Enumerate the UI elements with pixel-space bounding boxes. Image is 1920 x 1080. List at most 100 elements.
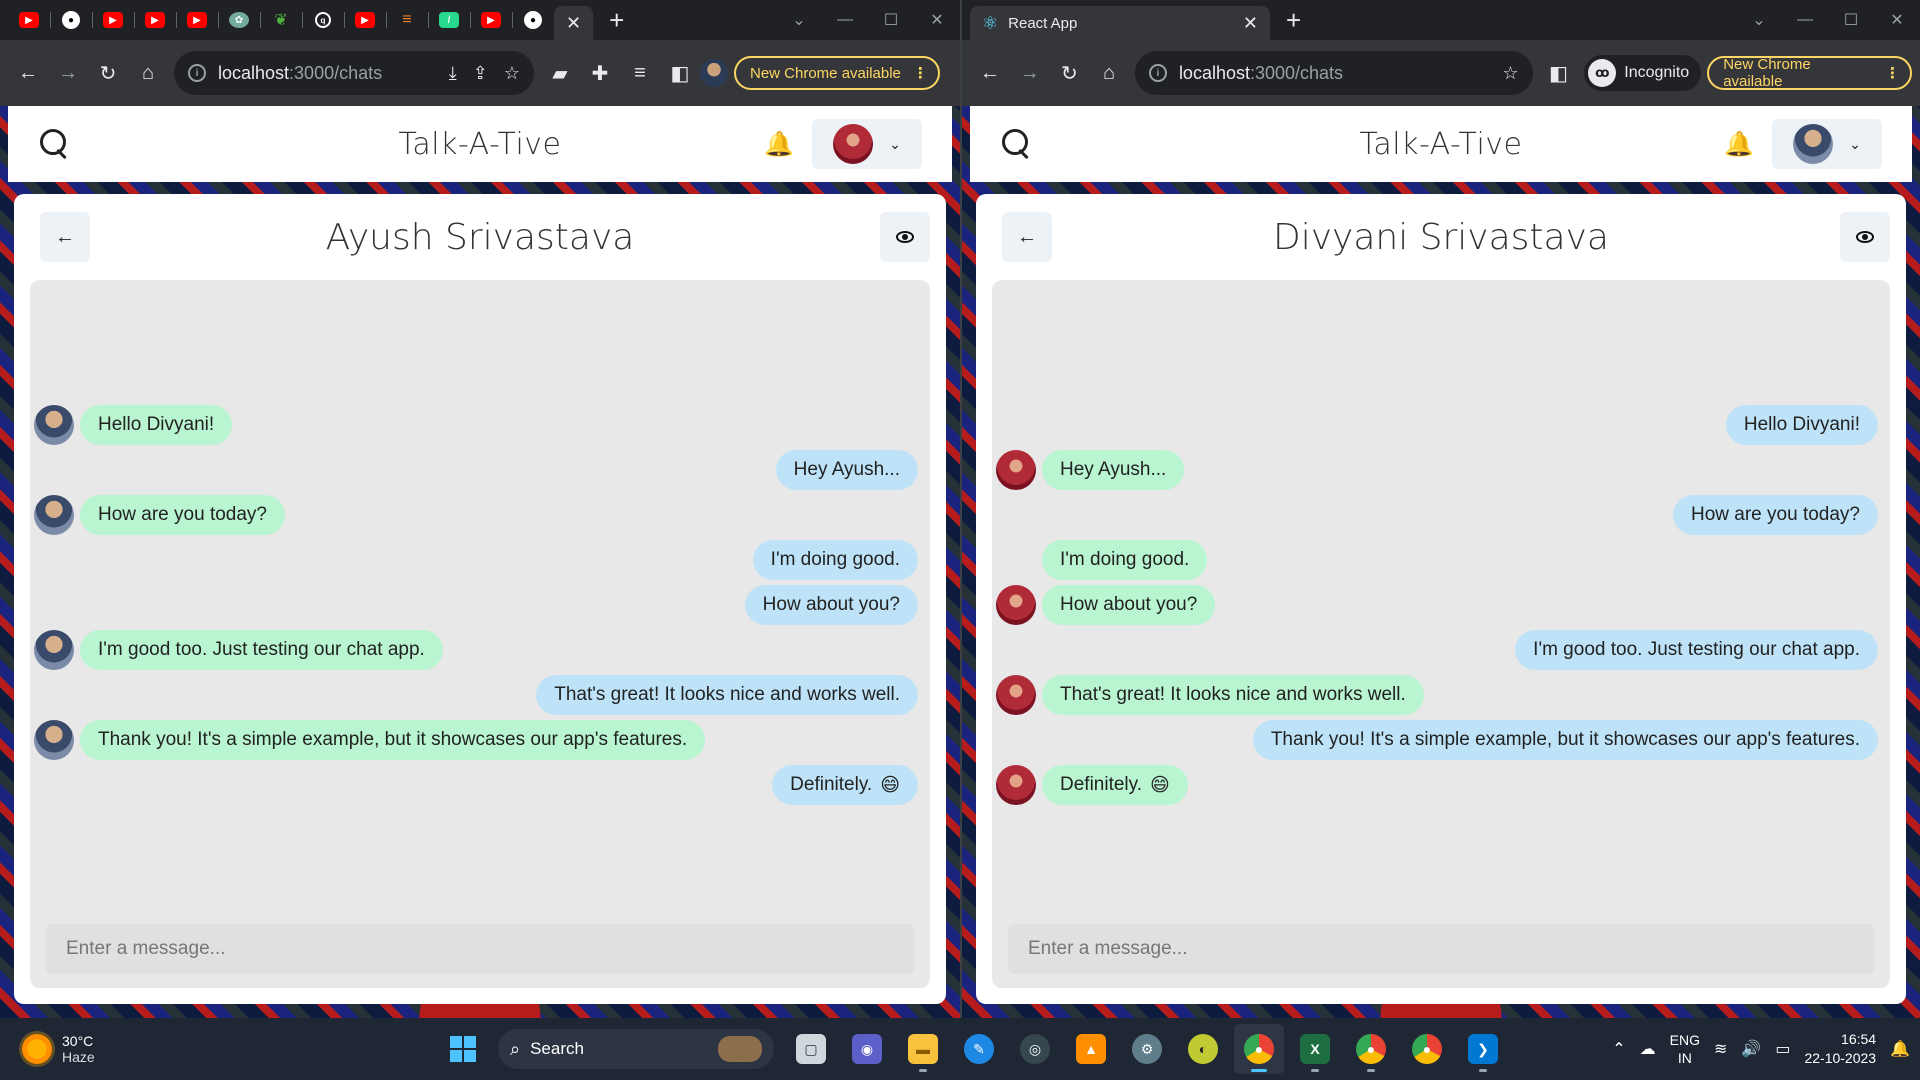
message-input[interactable] — [46, 924, 914, 974]
back-icon[interactable]: ← — [970, 53, 1010, 93]
close-window-icon[interactable]: ✕ — [914, 0, 960, 40]
close-window-icon[interactable]: ✕ — [1874, 0, 1920, 40]
back-button[interactable]: ← — [40, 212, 90, 262]
battery-icon[interactable]: ▭ — [1775, 1039, 1790, 1059]
language-indicator[interactable]: ENG IN — [1670, 1031, 1700, 1067]
view-profile-button[interactable] — [1840, 212, 1890, 262]
home-icon[interactable]: ⌂ — [1089, 53, 1129, 93]
search-icon[interactable] — [1000, 127, 1034, 161]
start-button[interactable] — [440, 1026, 486, 1072]
profile-menu-button[interactable]: ⌄ — [812, 119, 922, 169]
taskbar-app-lime[interactable]: ◐ — [1178, 1024, 1228, 1074]
taskbar-settings[interactable]: ⚙ — [1122, 1024, 1172, 1074]
active-tab[interactable]: ⚛ React App ✕ — [970, 6, 1270, 40]
pinned-tab-youtube[interactable]: ▶ — [176, 0, 218, 40]
new-tab-icon[interactable]: + — [609, 5, 624, 36]
pinned-tab-github[interactable]: ● — [512, 0, 554, 40]
tab-search-icon[interactable]: ⌄ — [776, 0, 822, 40]
bell-icon[interactable]: 🔔 — [1724, 130, 1754, 159]
side-panel-icon[interactable]: ◧ — [660, 53, 700, 93]
maximize-icon[interactable]: ☐ — [1828, 0, 1874, 40]
pinned-tab-chatgpt[interactable]: ✿ — [218, 0, 260, 40]
address-bar[interactable]: i localhost:3000/chats ☆ — [1134, 51, 1533, 95]
bookmark-star-icon[interactable]: ☆ — [1502, 63, 1518, 84]
pinned-tab-youtube[interactable]: ▶ — [134, 0, 176, 40]
minimize-icon[interactable]: — — [822, 0, 868, 40]
side-panel-icon[interactable]: ◧ — [1539, 53, 1579, 93]
sender-avatar[interactable] — [34, 495, 74, 535]
bell-icon[interactable]: 🔔 — [764, 130, 794, 159]
close-tab-icon[interactable]: ✕ — [566, 13, 581, 34]
view-profile-button[interactable] — [880, 212, 930, 262]
pinned-tab-youtube[interactable]: ▶ — [470, 0, 512, 40]
incognito-indicator[interactable]: ꝏ Incognito — [1584, 55, 1702, 91]
taskbar-search[interactable]: ⌕ Search — [498, 1029, 774, 1069]
site-info-icon[interactable]: i — [1148, 64, 1167, 82]
taskbar-chrome-alt[interactable]: ● — [1402, 1024, 1452, 1074]
volume-icon[interactable]: 🔊 — [1741, 1039, 1761, 1059]
site-info-icon[interactable]: i — [188, 64, 206, 82]
wifi-icon[interactable]: ≋ — [1714, 1039, 1727, 1059]
taskbar-excel[interactable]: X — [1290, 1024, 1340, 1074]
minimize-icon[interactable]: — — [1782, 0, 1828, 40]
mongodb-leaf-icon: ❦ — [271, 12, 291, 29]
puzzle-extensions-icon[interactable]: ✚ — [580, 53, 620, 93]
pinned-tab-green-app[interactable]: / — [428, 0, 470, 40]
tab-search-icon[interactable]: ⌄ — [1736, 0, 1782, 40]
sender-avatar[interactable] — [996, 585, 1036, 625]
download-icon[interactable]: ⤓ — [449, 63, 457, 84]
pinned-tab-youtube[interactable]: ▶ — [92, 0, 134, 40]
back-button[interactable]: ← — [1002, 212, 1052, 262]
sender-avatar[interactable] — [34, 630, 74, 670]
address-bar[interactable]: i localhost:3000/chats ⤓ ⇪ ☆ — [174, 51, 534, 95]
maximize-icon[interactable]: ☐ — [868, 0, 914, 40]
forward-icon[interactable]: → — [1010, 53, 1050, 93]
message-input[interactable] — [1008, 924, 1874, 974]
update-chrome-button[interactable]: New Chrome available ⋮ — [1707, 56, 1912, 90]
reload-icon[interactable]: ↻ — [1049, 53, 1089, 93]
taskbar-teams[interactable]: ◉ — [842, 1024, 892, 1074]
cloud-icon[interactable]: ☁ — [1640, 1039, 1656, 1059]
search-icon[interactable] — [38, 127, 72, 161]
taskbar-chrome-profile[interactable]: ● — [1234, 1024, 1284, 1074]
pinned-tab-youtube[interactable]: ▶ — [8, 0, 50, 40]
pinned-tab-stackoverflow[interactable]: ≡ — [386, 0, 428, 40]
taskbar-file-explorer[interactable]: ▬ — [898, 1024, 948, 1074]
pinned-tab-quora[interactable]: q — [302, 0, 344, 40]
update-chrome-button[interactable]: New Chrome available ⋮ — [734, 56, 940, 90]
new-tab-icon[interactable]: + — [1286, 5, 1301, 36]
sender-avatar[interactable] — [996, 765, 1036, 805]
sender-avatar[interactable] — [34, 720, 74, 760]
weather-widget[interactable]: 30°C Haze — [22, 1033, 95, 1065]
home-icon[interactable]: ⌂ — [128, 53, 168, 93]
kebab-menu-icon[interactable]: ⋮ — [1885, 64, 1900, 82]
pinned-tab-github[interactable]: ● — [50, 0, 92, 40]
pinned-tab-mongodb[interactable]: ❦ — [260, 0, 302, 40]
notification-bell-icon[interactable]: 🔔 — [1890, 1039, 1910, 1059]
sender-avatar[interactable] — [34, 405, 74, 445]
media-queue-icon[interactable]: ≡ — [620, 53, 660, 93]
taskbar-app-obs[interactable]: ◎ — [1010, 1024, 1060, 1074]
profile-menu-button[interactable]: ⌄ — [1772, 119, 1882, 169]
chevron-up-icon[interactable]: ⌃ — [1612, 1039, 1625, 1059]
taskbar-chrome-incognito[interactable]: ● — [1346, 1024, 1396, 1074]
task-view-button[interactable]: ▢ — [786, 1024, 836, 1074]
forward-icon[interactable]: → — [48, 53, 88, 93]
extension-icon[interactable]: ▰ — [540, 53, 580, 93]
taskbar-vscode[interactable]: ❯ — [1458, 1024, 1508, 1074]
taskbar-app-blue[interactable]: ✎ — [954, 1024, 1004, 1074]
page-viewport: Talk-A-Tive 🔔 ⌄ ← Ayush Srivastava Hello… — [0, 106, 960, 1018]
browser-profile-avatar[interactable] — [700, 59, 728, 87]
pinned-tab-youtube[interactable]: ▶ — [344, 0, 386, 40]
active-tab[interactable]: ✕ — [554, 6, 594, 40]
close-tab-icon[interactable]: ✕ — [1243, 13, 1258, 34]
reload-icon[interactable]: ↻ — [88, 53, 128, 93]
kebab-menu-icon[interactable]: ⋮ — [913, 64, 928, 82]
sender-avatar[interactable] — [996, 675, 1036, 715]
taskbar-vlc[interactable]: ▲ — [1066, 1024, 1116, 1074]
sender-avatar[interactable] — [996, 450, 1036, 490]
share-icon[interactable]: ⇪ — [473, 63, 488, 84]
back-icon[interactable]: ← — [8, 53, 48, 93]
bookmark-star-icon[interactable]: ☆ — [504, 63, 520, 84]
clock[interactable]: 16:54 22-10-2023 — [1804, 1030, 1876, 1068]
